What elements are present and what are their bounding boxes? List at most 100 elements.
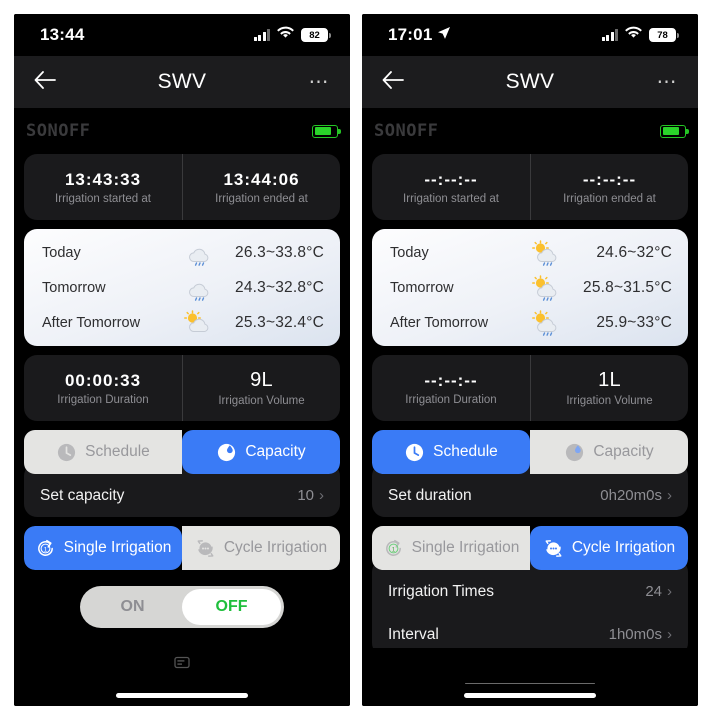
row-label: Irrigation Times bbox=[388, 582, 494, 600]
battery-level: 78 bbox=[657, 29, 668, 41]
home-indicator[interactable] bbox=[464, 693, 596, 698]
power-toggle-off[interactable]: OFF bbox=[182, 589, 281, 625]
sun-rain-cloud-icon bbox=[522, 309, 568, 336]
sun-cloud-icon bbox=[174, 309, 220, 336]
irrigation-time-card: --:--:-- Irrigation started at --:--:-- … bbox=[372, 154, 688, 220]
status-bar-icons: 82 bbox=[253, 26, 331, 44]
status-time: 17:01 bbox=[388, 25, 433, 44]
irrigation-duration-stat: --:--:-- Irrigation Duration bbox=[372, 355, 530, 421]
cellular-signal-icon bbox=[253, 29, 270, 41]
irrigation-start-value: 13:43:33 bbox=[64, 169, 142, 189]
sonoff-logo: SONOFF bbox=[374, 121, 439, 141]
row-value: 10 bbox=[297, 487, 314, 504]
weather-card: Today 26.3~33.8°C Tomorrow 24.3~32.8°C After… bbox=[24, 229, 340, 346]
segment-single-irrigation[interactable]: 1 Single Irrigation bbox=[372, 526, 530, 570]
row-value-group: 0h20m0s › bbox=[600, 487, 672, 504]
chevron-right-icon: › bbox=[667, 583, 672, 600]
weather-temperature: 25.9~33°C bbox=[596, 313, 672, 331]
device-battery-icon bbox=[312, 124, 341, 138]
segment-schedule[interactable]: Schedule bbox=[24, 430, 182, 474]
scroll-indicator-line bbox=[465, 682, 595, 684]
set-duration-row[interactable]: Set duration 0h20m0s › bbox=[372, 474, 688, 517]
back-arrow-icon[interactable] bbox=[34, 70, 56, 94]
irrigation-volume-stat: 1L Irrigation Volume bbox=[530, 355, 688, 421]
page-title: SWV bbox=[505, 70, 555, 93]
segment-label: Schedule bbox=[433, 443, 498, 460]
irrigation-volume-label: Irrigation Volume bbox=[566, 395, 653, 407]
brand-row: SONOFF bbox=[24, 108, 341, 154]
irrigation-summary-card: 00:00:33 Irrigation Duration 9L Irrigati… bbox=[24, 355, 340, 421]
capacity-drop-icon bbox=[216, 442, 237, 463]
segment-label: Cycle Irrigation bbox=[223, 539, 328, 556]
irrigation-time-card: 13:43:33 Irrigation started at 13:44:06 … bbox=[24, 154, 340, 220]
battery-icon: 78 bbox=[649, 28, 679, 42]
status-bar-time-group: 13:44 bbox=[40, 25, 84, 45]
irrigation-start-stat: 13:43:33 Irrigation started at bbox=[24, 154, 182, 220]
segment-schedule[interactable]: Schedule bbox=[372, 430, 530, 474]
irrigation-duration-stat: 00:00:33 Irrigation Duration bbox=[24, 355, 182, 421]
keyboard-icon[interactable] bbox=[174, 656, 190, 674]
more-options-icon[interactable]: ⋯ bbox=[657, 72, 679, 92]
irrigation-volume-value: 9L bbox=[250, 369, 273, 391]
rain-cloud-icon bbox=[174, 240, 220, 266]
status-bar-icons: 78 bbox=[601, 26, 679, 44]
power-toggle-on[interactable]: ON bbox=[83, 589, 182, 625]
phone-right: 17:01 78 SWV ⋯ SONOFF --:--:-- Irrigatio… bbox=[362, 14, 698, 706]
screen-content: SONOFF --:--:-- Irrigation started at --… bbox=[362, 108, 698, 648]
sun-rain-cloud-icon bbox=[522, 239, 568, 266]
battery-icon: 82 bbox=[301, 28, 331, 42]
segment-single-irrigation[interactable]: 1 Single Irrigation bbox=[24, 526, 182, 570]
wifi-icon bbox=[625, 26, 642, 44]
battery-level: 82 bbox=[309, 29, 320, 41]
sonoff-logo: SONOFF bbox=[26, 121, 91, 141]
row-value: 1h0m0s bbox=[608, 626, 662, 643]
back-arrow-icon[interactable] bbox=[382, 70, 404, 94]
irrigation-volume-label: Irrigation Volume bbox=[218, 395, 305, 407]
weather-temperature: 24.6~32°C bbox=[596, 243, 672, 261]
capacity-drop-icon bbox=[564, 442, 585, 463]
segment-capacity[interactable]: Capacity bbox=[530, 430, 688, 474]
row-value-group: 24 › bbox=[645, 583, 672, 600]
weather-temperature: 25.3~32.4°C bbox=[235, 313, 324, 331]
page-title: SWV bbox=[157, 70, 207, 93]
chevron-right-icon: › bbox=[667, 626, 672, 643]
nav-bar: SWV ⋯ bbox=[14, 56, 350, 108]
weather-row: Tomorrow 24.3~32.8°C bbox=[42, 270, 324, 305]
weather-day: Tomorrow bbox=[390, 279, 454, 296]
row-label: Set duration bbox=[388, 486, 472, 504]
device-battery-icon bbox=[660, 124, 689, 138]
schedule-clock-icon bbox=[56, 442, 77, 463]
home-indicator[interactable] bbox=[116, 693, 248, 698]
irrigation-type-segmented-control: 1 Single Irrigation Cycle Irrigation bbox=[24, 526, 340, 570]
brand-row: SONOFF bbox=[372, 108, 689, 154]
nav-bar: SWV ⋯ bbox=[362, 56, 698, 108]
irrigation-start-label: Irrigation started at bbox=[403, 192, 499, 205]
weather-row: Today 26.3~33.8°C bbox=[42, 235, 324, 270]
irrigation-duration-label: Irrigation Duration bbox=[57, 393, 149, 406]
row-value: 24 bbox=[645, 583, 662, 600]
irrigation-times-row[interactable]: Irrigation Times 24 › bbox=[372, 570, 688, 613]
segment-cycle-irrigation[interactable]: Cycle Irrigation bbox=[182, 526, 340, 570]
cycle-irrigation-icon bbox=[195, 538, 216, 559]
irrigation-end-value: 13:44:06 bbox=[223, 169, 300, 189]
segment-label: Single Irrigation bbox=[63, 539, 172, 556]
phone-left: 13:44 82 SWV ⋯ SONOFF 13:43:33 Irrigatio… bbox=[14, 14, 350, 706]
interval-row[interactable]: Interval 1h0m0s › bbox=[372, 613, 688, 648]
irrigation-volume-value: 1L bbox=[598, 369, 621, 391]
svg-text:1: 1 bbox=[43, 546, 47, 553]
irrigation-end-value: --:--:-- bbox=[582, 169, 637, 189]
power-toggle[interactable]: ON OFF bbox=[80, 586, 284, 628]
irrigation-duration-value: 00:00:33 bbox=[64, 370, 142, 390]
schedule-clock-icon bbox=[404, 442, 425, 463]
screen-content: SONOFF 13:43:33 Irrigation started at 13… bbox=[14, 108, 350, 648]
more-options-icon[interactable]: ⋯ bbox=[309, 72, 331, 92]
set-capacity-row[interactable]: Set capacity 10 › bbox=[24, 474, 340, 517]
weather-temperature: 25.8~31.5°C bbox=[583, 278, 672, 296]
cellular-signal-icon bbox=[601, 29, 618, 41]
segment-cycle-irrigation[interactable]: Cycle Irrigation bbox=[530, 526, 688, 570]
chevron-right-icon: › bbox=[667, 487, 672, 504]
segment-label: Cycle Irrigation bbox=[571, 539, 676, 556]
bottom-bar bbox=[14, 648, 350, 706]
segment-capacity[interactable]: Capacity bbox=[182, 430, 340, 474]
irrigation-settings-panel: Irrigation Times 24 › Interval 1h0m0s › bbox=[372, 559, 688, 648]
